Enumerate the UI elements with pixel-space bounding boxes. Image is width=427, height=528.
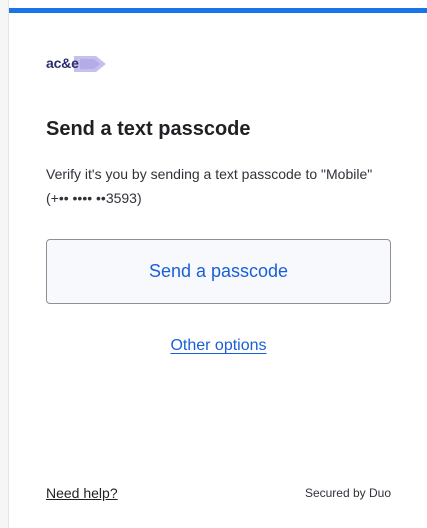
window-edge: [0, 0, 9, 528]
need-help-link[interactable]: Need help?: [46, 485, 118, 501]
accent-bar: [9, 8, 427, 13]
other-options-link[interactable]: Other options: [170, 337, 266, 354]
auth-page: ac&e Send a text passcode Verify it's yo…: [0, 0, 427, 528]
page-title: Send a text passcode: [46, 118, 251, 140]
send-passcode-button[interactable]: Send a passcode: [46, 239, 391, 304]
secured-by-duo-text: Secured by Duo: [304, 486, 391, 500]
passcode-description: Verify it's you by sending a text passco…: [46, 166, 373, 206]
logo-text: ac&e: [46, 55, 79, 71]
brand-logo: ac&e: [46, 53, 108, 75]
other-options-container: Other options: [0, 337, 427, 355]
